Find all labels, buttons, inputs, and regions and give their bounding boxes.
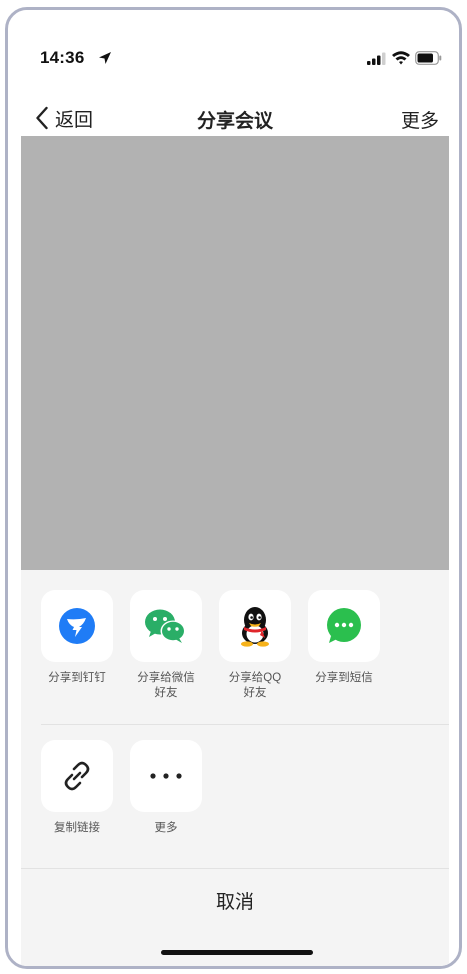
wifi-icon (392, 51, 410, 65)
share-label: 复制链接 (54, 822, 100, 834)
more-button[interactable]: 更多 (401, 106, 439, 133)
share-label: 分享到钉钉 (48, 672, 106, 684)
status-bar: 14:36 (21, 48, 449, 72)
nav-bar: 返回 分享会议 更多 (21, 96, 449, 140)
share-to-qq[interactable]: 分享给QQ 好友 (213, 590, 297, 701)
share-to-wechat[interactable]: 分享给微信 好友 (124, 590, 208, 701)
home-indicator[interactable] (161, 950, 313, 955)
divider (21, 868, 449, 869)
battery-icon (415, 51, 442, 65)
share-to-dingtalk[interactable]: 分享到钉钉 (35, 590, 119, 686)
meeting-preview-image (21, 136, 449, 570)
cellular-signal-icon (367, 52, 386, 65)
more-dots-icon (150, 773, 182, 779)
more-options-button[interactable]: 更多 (124, 740, 208, 836)
location-arrow-icon (99, 52, 111, 64)
share-tile[interactable] (130, 740, 202, 812)
share-tile[interactable] (130, 590, 202, 662)
sms-icon (327, 608, 361, 643)
share-label: 分享给微信 好友 (137, 672, 195, 699)
phone-frame: 14:36 返回 分享会议 更多 分享到钉钉 分享给微信 好友 分享给QQ 好友… (5, 7, 462, 969)
share-tile[interactable] (308, 590, 380, 662)
share-label: 分享到短信 (315, 672, 373, 684)
share-tile[interactable] (41, 740, 113, 812)
share-to-sms[interactable]: 分享到短信 (302, 590, 386, 686)
screen: 14:36 返回 分享会议 更多 分享到钉钉 分享给微信 好友 分享给QQ 好友… (21, 10, 449, 966)
share-label: 分享给QQ 好友 (228, 672, 282, 699)
share-label: 更多 (154, 822, 178, 834)
dingtalk-icon (59, 608, 95, 644)
cancel-button[interactable]: 取消 (21, 870, 449, 930)
qq-icon (241, 607, 269, 647)
status-time: 14:36 (40, 48, 85, 67)
page-title: 分享会议 (196, 111, 273, 132)
copy-link-button[interactable]: 复制链接 (35, 740, 119, 836)
share-sheet: 分享到钉钉 分享给微信 好友 分享给QQ 好友 分享到短信 复制链接 更多 取消 (21, 570, 449, 966)
share-tile[interactable] (41, 590, 113, 662)
divider (41, 724, 449, 725)
link-icon (64, 761, 90, 791)
wechat-icon (145, 609, 186, 643)
share-tile[interactable] (219, 590, 291, 662)
